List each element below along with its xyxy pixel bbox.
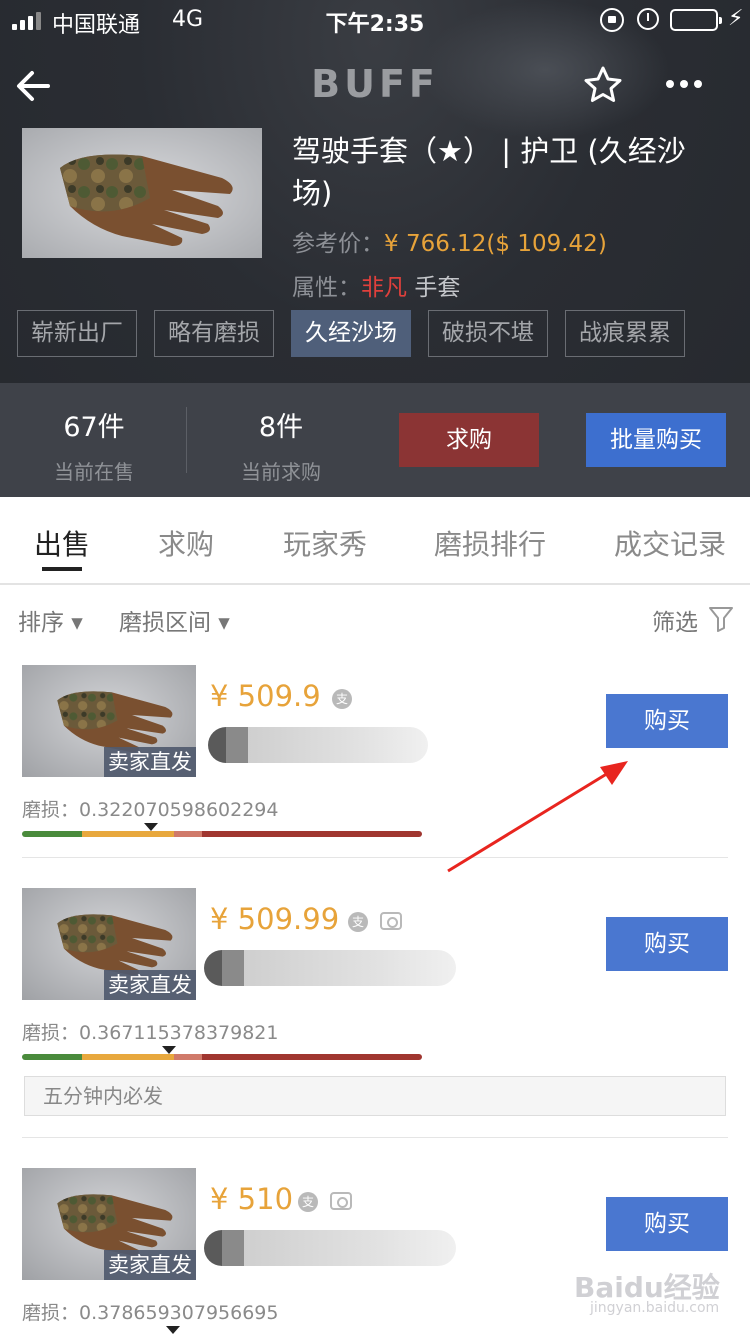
listing-image[interactable]: 卖家直发: [22, 665, 196, 777]
funnel-icon[interactable]: [708, 605, 734, 633]
wear-bar: [22, 831, 422, 837]
wear-value: 磨损：0.367115378379821: [22, 1022, 279, 1044]
stats-bar: 67件 当前在售 8件 当前求购 求购 批量购买: [0, 383, 750, 497]
tag-exterior-3[interactable]: 破损不堪: [428, 310, 548, 357]
rotation-lock-icon: [600, 8, 624, 32]
alipay-icon: 支: [298, 1192, 318, 1212]
reference-price-row: 参考价：¥ 766.12($ 109.42): [292, 224, 607, 258]
on-sale-count: 67件: [63, 412, 125, 443]
tag-exterior-4[interactable]: 战痕累累: [565, 310, 685, 357]
reference-price-label: 参考价：: [292, 231, 384, 257]
filter-bar: 排序 ▾ 磨损区间 ▾ 筛选: [0, 587, 750, 647]
wear-value: 磨损：0.322070598602294: [22, 799, 279, 821]
stats-divider: [186, 407, 187, 473]
more-button[interactable]: [664, 72, 704, 96]
inspect-image-icon[interactable]: [380, 912, 402, 930]
tab-wear-rank[interactable]: 磨损排行: [434, 523, 546, 563]
ship-note: 五分钟内必发: [24, 1076, 726, 1116]
request-buy-button[interactable]: 求购: [399, 413, 539, 467]
product-image: [22, 128, 262, 258]
tag-exterior-1[interactable]: 略有磨损: [154, 310, 274, 357]
wear-marker: [166, 1326, 181, 1334]
buy-order-label: 当前求购: [241, 460, 321, 484]
tag-exterior-2[interactable]: 久经沙场: [291, 310, 411, 357]
filter-button[interactable]: 筛选: [652, 603, 698, 637]
wear-bar: [22, 1054, 422, 1060]
tab-buy-orders[interactable]: 求购: [158, 523, 214, 563]
buff-logo: BUFF: [311, 62, 439, 106]
alipay-icon: 支: [332, 689, 352, 709]
alipay-icon: 支: [348, 912, 368, 932]
watermark-url: jingyan.baidu.com: [590, 1300, 720, 1316]
wear-marker: [161, 1046, 176, 1054]
listing-divider: [22, 1137, 728, 1138]
buy-button[interactable]: 购买: [606, 917, 728, 971]
rarity-label: 非凡: [361, 275, 407, 301]
wear-marker: [143, 823, 158, 831]
listing-price: ¥ 509.99: [210, 902, 340, 936]
tab-sell[interactable]: 出售: [34, 523, 90, 563]
attributes-label: 属性：: [292, 275, 361, 301]
listing-price: ¥ 510: [210, 1182, 294, 1216]
favorite-button[interactable]: [582, 64, 624, 106]
app-root: 中国联通 4G 下午2:35 ⚡ BUFF 驾驶手套（★） | 护卫 (久经沙场…: [0, 0, 750, 1334]
seller-name-blurred: [204, 950, 456, 986]
buy-order-count: 8件: [258, 412, 304, 443]
product-title: 驾驶手套（★） | 护卫 (久经沙场): [292, 134, 686, 210]
on-sale-stat[interactable]: 67件 当前在售: [14, 405, 174, 485]
wear-range-dropdown[interactable]: 磨损区间 ▾: [119, 603, 230, 637]
sort-dropdown[interactable]: 排序 ▾: [18, 603, 83, 637]
status-bar: 中国联通 4G 下午2:35 ⚡: [0, 0, 750, 40]
wear-value: 磨损：0.378659307956695: [22, 1302, 279, 1324]
listing-price: ¥ 509.9: [210, 679, 321, 713]
batch-buy-button[interactable]: 批量购买: [586, 413, 726, 467]
star-icon: [584, 66, 622, 102]
seller-ship-tag: 卖家直发: [104, 970, 196, 1000]
charging-icon: ⚡: [728, 6, 744, 31]
tab-trade-history[interactable]: 成交记录: [614, 523, 726, 563]
reference-price-usd: ($ 109.42): [486, 231, 607, 257]
tab-player-show[interactable]: 玩家秀: [283, 523, 367, 563]
tab-bar: 出售 求购 玩家秀 磨损排行 成交记录: [0, 497, 750, 585]
attributes-row: 属性：非凡 手套: [292, 268, 460, 302]
alarm-icon: [637, 8, 659, 30]
seller-name-blurred: [204, 1230, 456, 1266]
seller-name-blurred: [208, 727, 428, 763]
item-type: 手套: [414, 275, 461, 301]
on-sale-label: 当前在售: [54, 460, 134, 484]
seller-ship-tag: 卖家直发: [104, 1250, 196, 1280]
glove-image: [60, 154, 233, 246]
reference-price: ¥ 766.12: [384, 231, 487, 257]
seller-ship-tag: 卖家直发: [104, 747, 196, 777]
listing-image[interactable]: 卖家直发: [22, 1168, 196, 1280]
buy-button[interactable]: 购买: [606, 694, 728, 748]
buy-order-stat[interactable]: 8件 当前求购: [201, 405, 361, 485]
buy-button[interactable]: 购买: [606, 1197, 728, 1251]
inspect-image-icon[interactable]: [330, 1192, 352, 1210]
nav-bar: BUFF: [0, 50, 750, 120]
active-tab-indicator: [42, 567, 82, 571]
listing-image[interactable]: 卖家直发: [22, 888, 196, 1000]
annotation-arrow: [447, 761, 628, 873]
item-header: 中国联通 4G 下午2:35 ⚡ BUFF 驾驶手套（★） | 护卫 (久经沙场…: [0, 0, 750, 497]
tag-exterior-0[interactable]: 崭新出厂: [17, 310, 137, 357]
battery-icon: [670, 9, 722, 31]
